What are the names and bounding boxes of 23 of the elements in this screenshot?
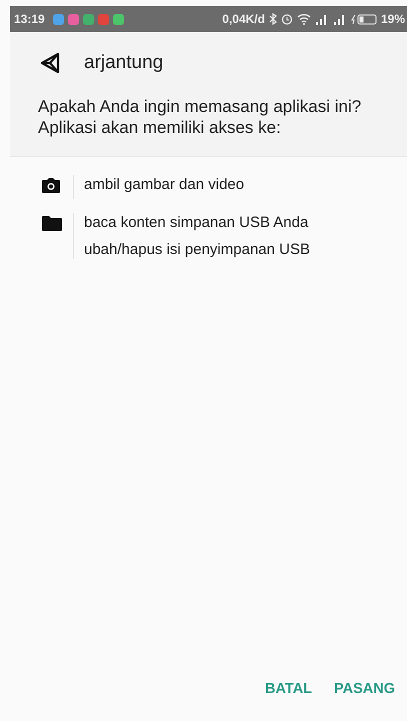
bluetooth-icon	[268, 13, 277, 25]
notification-icon	[68, 14, 79, 24]
notification-icon	[112, 14, 124, 24]
signal-icon	[332, 13, 347, 25]
signal-icon	[314, 13, 329, 25]
install-prompt: Apakah Anda ingin memasang aplikasi ini? Aplikasi akan memiliki akses ke:	[38, 96, 362, 138]
network-speed: 0,04K/d	[222, 12, 265, 26]
notification-icon	[98, 14, 109, 24]
permission-text: baca konten simpanan USB Anda	[84, 213, 310, 232]
battery-icon	[350, 13, 377, 25]
battery-level: 19%	[380, 12, 405, 26]
camera-icon	[41, 177, 61, 194]
notification-icon	[52, 14, 64, 24]
wifi-icon	[296, 13, 311, 25]
notification-icon	[82, 14, 94, 24]
permission-text: ambil gambar dan video	[84, 175, 244, 194]
action-button[interactable]: PASANG	[330, 675, 399, 703]
status-time: 13:19	[14, 12, 45, 26]
action-button[interactable]: BATAL	[261, 675, 316, 703]
app-name: arjantung	[84, 52, 164, 74]
folder-icon	[41, 215, 63, 232]
permission-text: ubah/hapus isi penyimpanan USB	[84, 240, 310, 259]
alarm-icon	[280, 13, 293, 25]
